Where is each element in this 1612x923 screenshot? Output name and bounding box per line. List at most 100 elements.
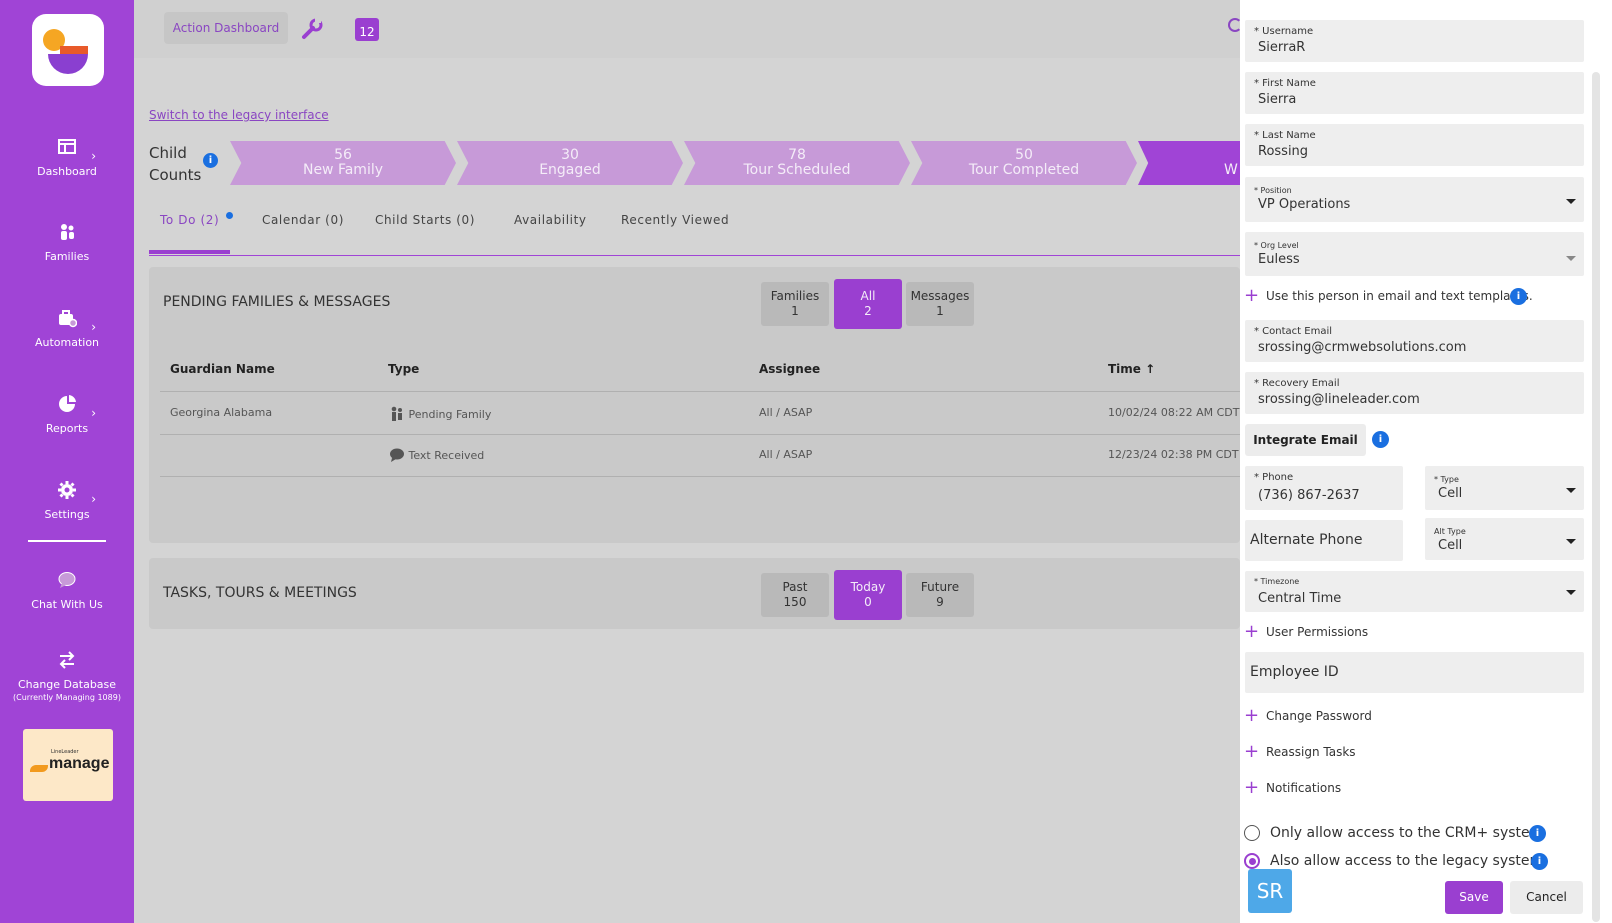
pending-families-panel: PENDING FAMILIES & MESSAGES Families 1 A… <box>149 267 1240 543</box>
avatar[interactable]: SR <box>1248 869 1292 913</box>
segment-messages[interactable]: Messages 1 <box>906 282 974 326</box>
chevron-down-icon <box>1566 539 1576 544</box>
top-bar: Action Dashboard 12 <box>134 0 1240 58</box>
automation-icon <box>59 310 77 328</box>
tasks-panel: TASKS, TOURS & MEETINGS Past 150 Today 0… <box>149 558 1240 629</box>
active-tab-indicator <box>149 250 230 254</box>
radio-legacy-access[interactable] <box>1244 853 1260 869</box>
sidebar-item-reports[interactable]: Reports › <box>0 394 134 435</box>
pipeline-stage-next[interactable]: W <box>1138 141 1240 185</box>
table-row-time: 10/02/24 08:22 AM CDT <box>1108 406 1240 419</box>
manage-app-tile[interactable]: LineLeader manage <box>23 729 113 801</box>
plus-icon: + <box>1244 741 1260 762</box>
first-name-field[interactable]: * First Name Sierra <box>1245 72 1584 114</box>
panel-title: PENDING FAMILIES & MESSAGES <box>163 294 391 310</box>
info-icon[interactable]: i <box>203 153 218 168</box>
alternate-phone-field[interactable]: Alternate Phone <box>1245 520 1403 561</box>
pipeline-stage-new-family[interactable]: 56 New Family <box>230 141 456 185</box>
phone-field[interactable]: * Phone (736) 867-2637 <box>1245 466 1403 510</box>
org-level-select[interactable]: * Org Level Euless <box>1245 232 1584 276</box>
plus-icon: + <box>1244 705 1260 726</box>
sidebar-item-dashboard[interactable]: Dashboard › <box>0 137 134 178</box>
table-row-guardian[interactable]: Georgina Alabama <box>170 406 272 419</box>
gear-icon <box>58 481 76 499</box>
sidebar-label: Chat With Us <box>31 598 103 611</box>
panel-title: TASKS, TOURS & MEETINGS <box>163 585 357 601</box>
timezone-select[interactable]: * Timezone Central Time <box>1245 571 1584 612</box>
pipeline-stage-tour-scheduled[interactable]: 78 Tour Scheduled <box>684 141 910 185</box>
chevron-down-icon <box>1566 256 1576 261</box>
tab-to-do[interactable]: To Do (2) <box>160 212 233 227</box>
username-field[interactable]: * Username SierraR <box>1245 20 1584 62</box>
sidebar-label: Families <box>44 250 90 263</box>
tab-recently-viewed[interactable]: Recently Viewed <box>621 213 729 227</box>
sidebar-sublabel: (Currently Managing 1089) <box>13 693 121 702</box>
chevron-right-icon: › <box>91 149 96 163</box>
swap-arrows-icon <box>59 651 75 669</box>
alt-type-select[interactable]: Alt Type Cell <box>1425 518 1584 560</box>
chevron-down-icon <box>1566 199 1576 204</box>
segment-all[interactable]: All 2 <box>834 279 902 329</box>
segment-today[interactable]: Today 0 <box>834 570 902 620</box>
info-icon[interactable]: i <box>1510 288 1527 305</box>
calendar-icon[interactable]: 12 <box>355 15 379 41</box>
sidebar-item-chat[interactable]: Chat With Us <box>0 570 134 611</box>
wrench-icon[interactable] <box>300 18 324 40</box>
legacy-interface-link[interactable]: Switch to the legacy interface <box>149 108 329 122</box>
column-header-time[interactable]: Time ↑ <box>1108 362 1155 376</box>
chevron-right-icon: › <box>91 492 96 506</box>
chevron-right-icon: › <box>91 320 96 334</box>
table-row-type: Pending Family <box>389 406 491 421</box>
sidebar-item-automation[interactable]: Automation › <box>0 308 134 349</box>
info-icon[interactable]: i <box>1529 825 1546 842</box>
action-dashboard-button[interactable]: Action Dashboard <box>164 12 288 44</box>
sidebar-label: Settings <box>44 508 90 521</box>
employee-id-field[interactable]: Employee ID <box>1245 652 1584 693</box>
segment-past[interactable]: Past 150 <box>761 573 829 617</box>
segment-families[interactable]: Families 1 <box>761 282 829 326</box>
notification-dot <box>226 212 233 219</box>
sort-up-arrow-icon: ↑ <box>1145 362 1156 376</box>
logo-icon <box>43 29 88 74</box>
column-header-guardian[interactable]: Guardian Name <box>170 362 275 376</box>
recovery-email-field[interactable]: * Recovery Email srossing@lineleader.com <box>1245 372 1584 414</box>
family-icon <box>391 406 402 421</box>
manage-logo-icon <box>30 765 48 772</box>
save-button[interactable]: Save <box>1445 881 1503 914</box>
contact-email-field[interactable]: * Contact Email srossing@crmwebsolutions… <box>1245 320 1584 362</box>
column-header-assignee[interactable]: Assignee <box>759 362 820 376</box>
chevron-right-icon: › <box>91 406 96 420</box>
table-row-time: 12/23/24 02:38 PM CDT <box>1108 448 1239 461</box>
info-icon[interactable]: i <box>1372 431 1389 448</box>
plus-icon: + <box>1244 777 1260 798</box>
tab-child-starts[interactable]: Child Starts (0) <box>375 213 475 227</box>
sidebar-label: Automation <box>34 336 100 349</box>
app-logo[interactable] <box>32 14 104 86</box>
info-icon[interactable]: i <box>1531 853 1548 870</box>
scrollbar[interactable] <box>1592 72 1600 922</box>
cancel-button[interactable]: Cancel <box>1510 881 1583 914</box>
chevron-down-icon <box>1566 590 1576 595</box>
tab-availability[interactable]: Availability <box>514 213 587 227</box>
sidebar-item-change-database[interactable]: Change Database (Currently Managing 1089… <box>0 650 134 702</box>
families-icon <box>61 224 74 240</box>
position-select[interactable]: * Position VP Operations <box>1245 177 1584 222</box>
message-icon <box>390 448 404 462</box>
child-counts-title: Child Counts <box>149 144 202 184</box>
pipeline-stage-tour-completed[interactable]: 50 Tour Completed <box>911 141 1137 185</box>
column-header-type[interactable]: Type <box>388 362 419 376</box>
radio-label-legacy-access: Also allow access to the legacy system <box>1270 853 1544 869</box>
sidebar-label: Change Database <box>17 678 117 691</box>
integrate-email-button[interactable]: Integrate Email <box>1245 424 1366 456</box>
segment-future[interactable]: Future 9 <box>906 573 974 617</box>
radio-crm-only[interactable] <box>1244 825 1260 841</box>
phone-type-select[interactable]: * Type Cell <box>1425 466 1584 510</box>
last-name-field[interactable]: * Last Name Rossing <box>1245 124 1584 166</box>
active-nav-indicator <box>28 540 106 542</box>
sidebar-item-families[interactable]: Families <box>0 222 134 263</box>
pipeline-stage-engaged[interactable]: 30 Engaged <box>457 141 683 185</box>
sidebar-item-settings[interactable]: Settings › <box>0 480 134 521</box>
tab-calendar[interactable]: Calendar (0) <box>262 213 344 227</box>
dashboard-icon <box>58 139 76 154</box>
sidebar-label: Dashboard <box>37 165 97 178</box>
